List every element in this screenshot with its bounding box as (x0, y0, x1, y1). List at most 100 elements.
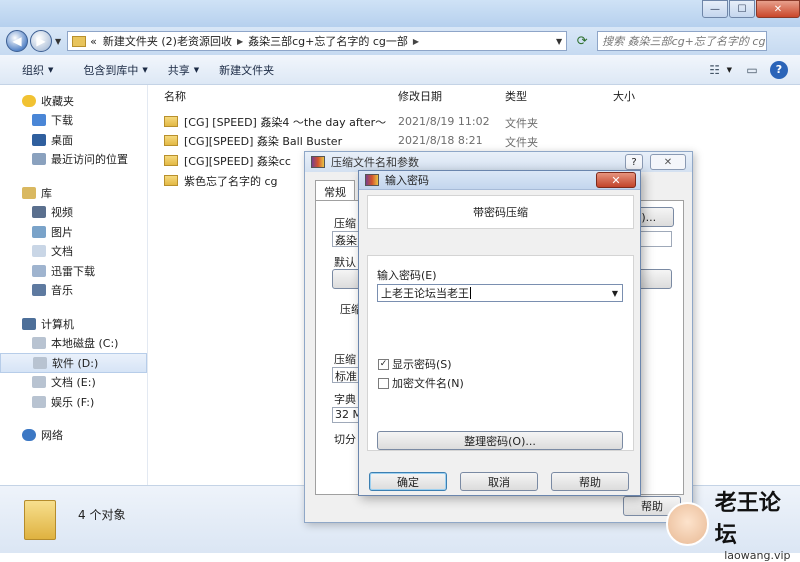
item-count: 4 个对象 (78, 508, 126, 522)
computer-icon (22, 317, 36, 330)
sidebar-item-favorites[interactable]: 收藏夹 (0, 91, 147, 111)
sidebar-item-drive-e[interactable]: 文档 (E:) (0, 373, 147, 393)
cancel-button[interactable]: 取消 (460, 472, 538, 491)
list-item[interactable]: [CG] [SPEED] 姦染4 ～the day after～ (164, 112, 386, 131)
sidebar-item-label: 音乐 (51, 284, 73, 298)
breadcrumb-item[interactable]: 新建文件夹 (2)老资源回收 (103, 33, 232, 49)
sidebar-item-drive-f[interactable]: 娱乐 (F:) (0, 392, 147, 412)
drive-icon (32, 395, 46, 408)
profile-label: 默认 (334, 256, 356, 269)
new-folder-label: 新建文件夹 (219, 63, 275, 77)
chevron-down-icon[interactable]: ▼ (612, 289, 622, 298)
address-dropdown-icon[interactable]: ▼ (556, 37, 566, 46)
sidebar-item-pictures[interactable]: 图片 (0, 222, 147, 242)
file-name: [CG][SPEED] 姦染cc (184, 154, 291, 168)
column-header-date[interactable]: 修改日期 (398, 88, 442, 104)
method-value: 标准 (335, 370, 357, 383)
show-password-checkbox[interactable]: ✓ 显示密码(S) (378, 356, 452, 372)
folder-icon (164, 175, 178, 186)
network-icon (22, 429, 36, 442)
close-button[interactable]: ✕ (756, 0, 800, 18)
view-options-icon[interactable]: ☷ (703, 60, 727, 80)
sidebar-item-recent[interactable]: 最近访问的位置 (0, 150, 147, 170)
organize-passwords-button[interactable]: 整理密码(O)... (377, 431, 623, 450)
file-type: 文件夹 (505, 136, 538, 149)
include-library-label: 包含到库中 (83, 63, 139, 77)
close-button[interactable]: ✕ (596, 172, 636, 188)
refresh-icon[interactable]: ⟳ (571, 31, 593, 51)
sidebar-item-label: 网络 (41, 429, 63, 443)
forward-button[interactable]: ▶ (30, 30, 52, 52)
breadcrumb-arrow-icon[interactable]: ▶ (413, 37, 419, 46)
sidebar-item-documents[interactable]: 文档 (0, 242, 147, 262)
watermark-logo: 老王论坛 laowang.vip (660, 491, 800, 562)
help-icon[interactable]: ? (770, 60, 788, 79)
sidebar-item-videos[interactable]: 视频 (0, 203, 147, 223)
music-icon (32, 284, 46, 297)
picture-icon (32, 225, 46, 238)
file-name: [CG] [SPEED] 姦染4 ～the day after～ (184, 115, 387, 129)
text-cursor (470, 287, 471, 299)
watermark-name: 老王论坛 (714, 491, 781, 548)
history-dropdown-icon[interactable]: ▼ (55, 37, 61, 46)
drive-icon (33, 356, 47, 369)
sidebar-item-label: 计算机 (41, 317, 74, 331)
checkbox-label: 加密文件名(N) (392, 377, 464, 390)
address-prefix[interactable]: « (90, 35, 97, 48)
organize-menu[interactable]: 组织 ▼ (12, 62, 63, 78)
sidebar-item-libraries[interactable]: 库 (0, 183, 147, 203)
list-item[interactable]: 紫色忘了名字的 cg (164, 171, 278, 190)
chevron-down-icon[interactable]: ▼ (727, 66, 732, 74)
breadcrumb-item[interactable]: 姦染三部cg+忘了名字的 cg一部 (248, 33, 408, 49)
method-label: 压缩 (334, 353, 356, 366)
address-bar[interactable]: « 新建文件夹 (2)老资源回收 ▶ 姦染三部cg+忘了名字的 cg一部 ▶ ▼ (67, 31, 568, 51)
archive-name-label: 压缩 (334, 217, 356, 230)
file-date: 2021/8/19 11:02 (398, 115, 490, 128)
organize-label: 组织 (22, 63, 44, 77)
ok-button[interactable]: 确定 (369, 472, 447, 491)
download-icon (32, 114, 46, 127)
file-name: [CG][SPEED] 姦染 Ball Buster (184, 134, 343, 148)
sidebar-item-drive-d[interactable]: 软件 (D:) (0, 353, 147, 373)
sidebar-item-desktop[interactable]: 桌面 (0, 130, 147, 150)
navigation-pane: 收藏夹 下载 桌面 最近访问的位置 库 视频 图片 文档 迅雷下载 音乐 计算机… (0, 85, 148, 485)
document-icon (32, 245, 46, 258)
chevron-down-icon: ▼ (142, 65, 148, 74)
breadcrumb-arrow-icon[interactable]: ▶ (237, 37, 243, 46)
checkbox-unchecked-icon[interactable] (378, 377, 389, 389)
encrypt-filenames-checkbox[interactable]: 加密文件名(N) (378, 375, 464, 391)
column-header-size[interactable]: 大小 (613, 88, 635, 104)
sidebar-item-music[interactable]: 音乐 (0, 281, 147, 301)
password-dialog-titlebar: 输入密码 ✕ (359, 171, 640, 190)
column-header-type[interactable]: 类型 (505, 88, 527, 104)
sidebar-item-computer[interactable]: 计算机 (0, 314, 147, 334)
password-input[interactable]: 上老王论坛当老王 ▼ (377, 284, 623, 302)
search-input[interactable]: 搜索 姦染三部cg+忘了名字的 cg一部 ⌕ (597, 31, 768, 51)
drive-icon (32, 376, 46, 389)
sidebar-item-drive-c[interactable]: 本地磁盘 (C:) (0, 334, 147, 354)
sidebar-item-network[interactable]: 网络 (0, 426, 147, 446)
help-button[interactable]: 帮助 (551, 472, 629, 491)
include-library-menu[interactable]: 包含到库中 ▼ (73, 62, 157, 78)
help-button[interactable]: ? (625, 154, 643, 170)
video-icon (32, 206, 46, 219)
preview-pane-icon[interactable]: ▭ (740, 60, 764, 80)
sidebar-item-thunder[interactable]: 迅雷下载 (0, 261, 147, 281)
recent-places-icon (32, 153, 46, 166)
maximize-button[interactable]: ☐ (729, 0, 755, 18)
list-item[interactable]: [CG][SPEED] 姦染 Ball Buster (164, 131, 342, 150)
sidebar-item-downloads[interactable]: 下载 (0, 111, 147, 131)
list-item[interactable]: [CG][SPEED] 姦染cc (164, 151, 291, 170)
back-button[interactable]: ◀ (6, 30, 28, 52)
new-folder-button[interactable]: 新建文件夹 (209, 62, 284, 78)
chevron-down-icon: ▼ (193, 65, 200, 74)
file-type: 文件夹 (505, 117, 538, 130)
close-button[interactable]: ✕ (650, 154, 686, 170)
column-header-name[interactable]: 名称 (164, 88, 186, 104)
sidebar-item-label: 最近访问的位置 (51, 153, 128, 167)
command-bar: 组织 ▼ 包含到库中 ▼ 共享 ▼ 新建文件夹 ☷ ▼ ▭ ? (0, 55, 800, 85)
minimize-button[interactable]: — (702, 0, 728, 18)
share-menu[interactable]: 共享 ▼ (158, 62, 209, 78)
file-name: 紫色忘了名字的 cg (184, 174, 278, 188)
checkbox-checked-icon[interactable]: ✓ (378, 358, 389, 370)
